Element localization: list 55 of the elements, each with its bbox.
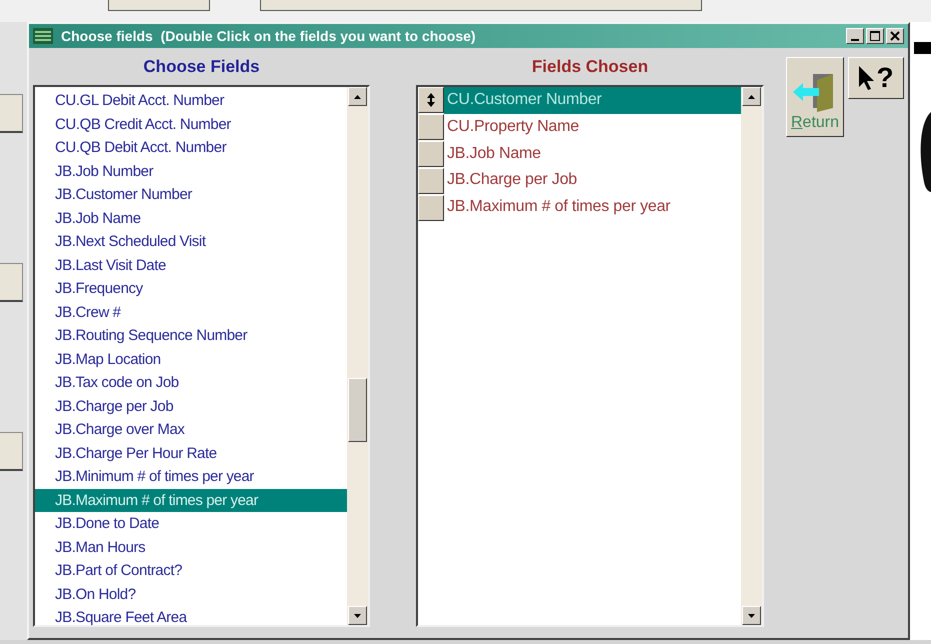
field-list-item[interactable]: JB.Job Name [35,206,347,230]
scroll-down-button[interactable] [742,606,761,625]
field-list-item[interactable]: JB.On Hold? [35,582,347,606]
list-heading: Fields Chosen [532,56,648,78]
field-list-item[interactable]: JB.Charge per Job [35,394,347,418]
field-list-item[interactable]: JB.Customer Number [35,183,347,206]
list-heading: Choose Fields [143,56,260,78]
field-list-item[interactable]: JB.Man Hours [35,536,347,559]
help-button[interactable]: ? [848,57,904,99]
app-icon [33,28,53,44]
field-list-item[interactable]: JB.Map Location [35,348,347,371]
scroll-up-button[interactable] [348,87,367,106]
field-list-item[interactable]: JB.Crew # [35,300,347,324]
up-arrow-icon [748,94,755,98]
row-selector[interactable] [418,140,444,167]
field-list-item[interactable]: JB.Routing Sequence Number [35,324,347,348]
scroll-up-button[interactable] [742,87,761,106]
close-button[interactable] [886,28,904,44]
scroll-down-button[interactable] [348,606,367,625]
down-arrow-icon [748,614,755,618]
chosen-field-item[interactable]: CU.Customer Number [444,87,741,114]
chosen-field-item[interactable]: JB.Job Name [444,140,741,168]
field-list-item[interactable]: JB.Frequency [35,277,347,300]
chosen-field-item[interactable]: CU.Property Name [444,114,741,141]
current-row-icon [427,93,435,108]
minimize-button[interactable] [846,28,864,44]
row-selector[interactable] [418,87,444,114]
close-icon [890,31,900,41]
minimize-icon [851,38,859,40]
row-selector[interactable] [418,114,444,140]
field-list-item[interactable]: JB.Tax code on Job [35,371,347,394]
field-list-item[interactable]: JB.Part of Contract? [35,559,347,582]
field-list-item[interactable]: JB.Charge Per Hour Rate [35,442,347,465]
field-list-item[interactable]: CU.QB Credit Acct. Number [35,112,347,136]
down-arrow-icon [354,614,361,618]
row-selector[interactable] [418,194,444,221]
chosen-field-item[interactable]: JB.Charge per Job [444,167,741,194]
field-list-item[interactable]: JB.Last Visit Date [35,254,347,277]
field-list-item[interactable]: CU.GL Debit Acct. Number [35,89,347,112]
scroll-thumb[interactable] [348,378,367,442]
up-arrow-icon [354,94,361,98]
chosen-field-item[interactable]: JB.Maximum # of times per year [444,194,741,221]
maximize-button[interactable] [866,28,884,44]
field-list-item[interactable]: CU.QB Debit Acct. Number [35,136,347,160]
field-list-item[interactable]: JB.Square Feet Area [35,606,347,630]
pointer-icon [858,65,876,91]
field-list-item[interactable]: JB.Job Number [35,160,347,183]
window-title: Choose fields (Double Click on the fields you want to choose) [61,28,477,44]
field-list-item[interactable]: JB.Done to Date [35,512,347,536]
row-selector[interactable] [418,168,444,194]
maximize-icon [870,31,880,41]
field-list-item[interactable]: JB.Maximum # of times per year [35,488,347,512]
field-list-item[interactable]: JB.Next Scheduled Visit [35,230,347,254]
field-list-item[interactable]: JB.Minimum # of times per year [35,465,347,488]
field-list-item[interactable]: JB.Charge over Max [35,418,347,442]
